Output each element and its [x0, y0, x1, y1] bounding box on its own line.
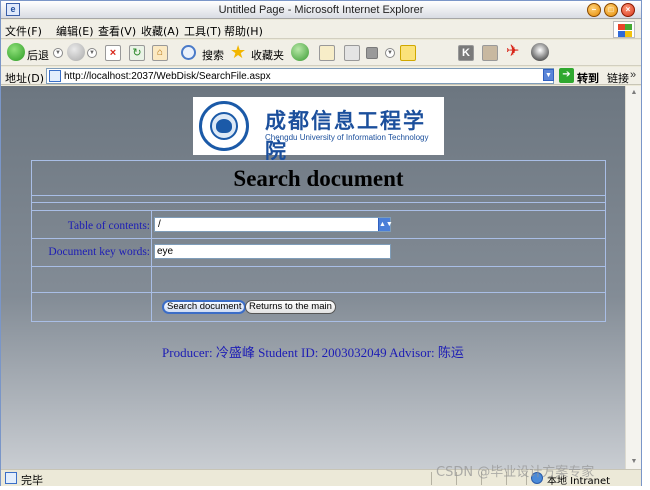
chevron-down-icon[interactable]: ▲▼ [378, 218, 393, 231]
search-document-button[interactable]: Search document [162, 300, 247, 314]
refresh-icon[interactable]: ↻ [129, 45, 145, 61]
windows-flag-icon [613, 21, 635, 38]
status-divider [431, 472, 432, 485]
maximize-button[interactable]: □ [604, 3, 618, 17]
edit-icon[interactable] [366, 47, 378, 59]
vertical-scrollbar[interactable]: ▲ ▼ [625, 86, 641, 469]
back-dropdown-icon[interactable]: ▼ [53, 48, 63, 58]
directory-value: / [158, 219, 161, 230]
menu-help[interactable]: 帮助(H) [224, 23, 263, 39]
csdn-watermark: CSDN @毕业设计方案专家 [436, 465, 595, 480]
menu-tools[interactable]: 工具(T) [184, 23, 221, 39]
logo-english-name: Chengdu University of Information Techno… [265, 133, 429, 142]
stop-icon[interactable]: × [105, 45, 121, 61]
print-icon[interactable] [344, 45, 360, 61]
search-icon[interactable] [181, 45, 196, 60]
forward-arrow-icon[interactable] [67, 43, 85, 61]
forward-dropdown-icon[interactable]: ▼ [87, 48, 97, 58]
return-main-button[interactable]: Returns to the main [245, 300, 336, 314]
page-content: 成都信息工程学院 Chengdu University of Informati… [1, 86, 625, 469]
folder-icon[interactable] [400, 45, 416, 61]
credits-text: Producer: 冷盛峰 Student ID: 2003032049 Adv… [162, 345, 464, 360]
title-bar: e Untitled Page - Microsoft Internet Exp… [1, 1, 641, 19]
address-url[interactable]: http://localhost:2037/WebDisk/SearchFile… [64, 71, 271, 82]
search-title: Search document [233, 166, 404, 191]
qq-penguin-icon[interactable] [531, 43, 549, 61]
close-button[interactable]: × [621, 3, 635, 17]
favorites-button[interactable]: 收藏夹 [251, 47, 284, 63]
mail-icon[interactable] [319, 45, 335, 61]
status-text: 完毕 [21, 474, 43, 487]
table-divider [32, 292, 605, 293]
toolbar: 后退 ▼ ▼ × ↻ ⌂ 搜索 ★ 收藏夹 ▼ K ✈ [1, 40, 641, 66]
menu-file[interactable]: 文件(F) [5, 23, 42, 39]
keyword-label: Document key words: [48, 246, 150, 258]
directory-select[interactable]: / ▲▼ [154, 217, 393, 232]
scroll-down-icon[interactable]: ▼ [627, 455, 641, 469]
plugin-arrow-icon[interactable]: ✈ [506, 44, 519, 64]
go-arrow-icon[interactable]: ➔ [559, 68, 574, 83]
table-column-divider [151, 211, 152, 322]
browser-window: e Untitled Page - Microsoft Internet Exp… [0, 0, 642, 487]
favorites-star-icon[interactable]: ★ [230, 43, 246, 63]
go-button[interactable]: 转到 [577, 70, 599, 86]
address-input[interactable]: http://localhost:2037/WebDisk/SearchFile… [46, 68, 554, 84]
table-divider [32, 238, 605, 239]
back-button[interactable]: 后退 [27, 47, 49, 63]
history-icon[interactable] [291, 43, 309, 61]
page-done-icon [5, 472, 17, 484]
address-dropdown-icon[interactable]: ▼ [543, 69, 554, 81]
search-button[interactable]: 搜索 [202, 47, 224, 63]
address-label: 地址(D) [5, 72, 45, 85]
table-divider [32, 210, 605, 211]
back-arrow-icon[interactable] [7, 43, 25, 61]
university-logo: 成都信息工程学院 Chengdu University of Informati… [193, 97, 444, 163]
window-title: Untitled Page - Microsoft Internet Explo… [218, 4, 424, 16]
keyword-input[interactable]: eye [154, 244, 391, 259]
table-divider [32, 266, 605, 267]
page-icon [49, 70, 61, 82]
plugin-bag-icon[interactable] [482, 45, 498, 61]
scroll-up-icon[interactable]: ▲ [627, 86, 641, 100]
links-button[interactable]: 链接 [607, 70, 629, 86]
home-icon[interactable]: ⌂ [152, 45, 168, 61]
menu-bar: 文件(F) 编辑(E) 查看(V) 收藏(A) 工具(T) 帮助(H) [1, 20, 641, 39]
table-divider [32, 195, 605, 196]
chevron-right-icon[interactable]: » [630, 69, 636, 81]
address-bar: 地址(D) http://localhost:2037/WebDisk/Sear… [1, 67, 641, 85]
directory-label: Table of contents: [67, 220, 150, 232]
menu-view[interactable]: 查看(V) [98, 23, 136, 39]
menu-favorites[interactable]: 收藏(A) [141, 23, 179, 39]
university-seal-icon [199, 101, 249, 151]
table-divider [32, 202, 605, 203]
menu-edit[interactable]: 编辑(E) [56, 23, 94, 39]
edit-dropdown-icon[interactable]: ▼ [385, 48, 395, 58]
minimize-button[interactable]: – [587, 3, 601, 17]
search-form-table: Search document Table of contents: / ▲▼ … [31, 160, 606, 322]
k-plugin-icon[interactable]: K [458, 45, 474, 61]
